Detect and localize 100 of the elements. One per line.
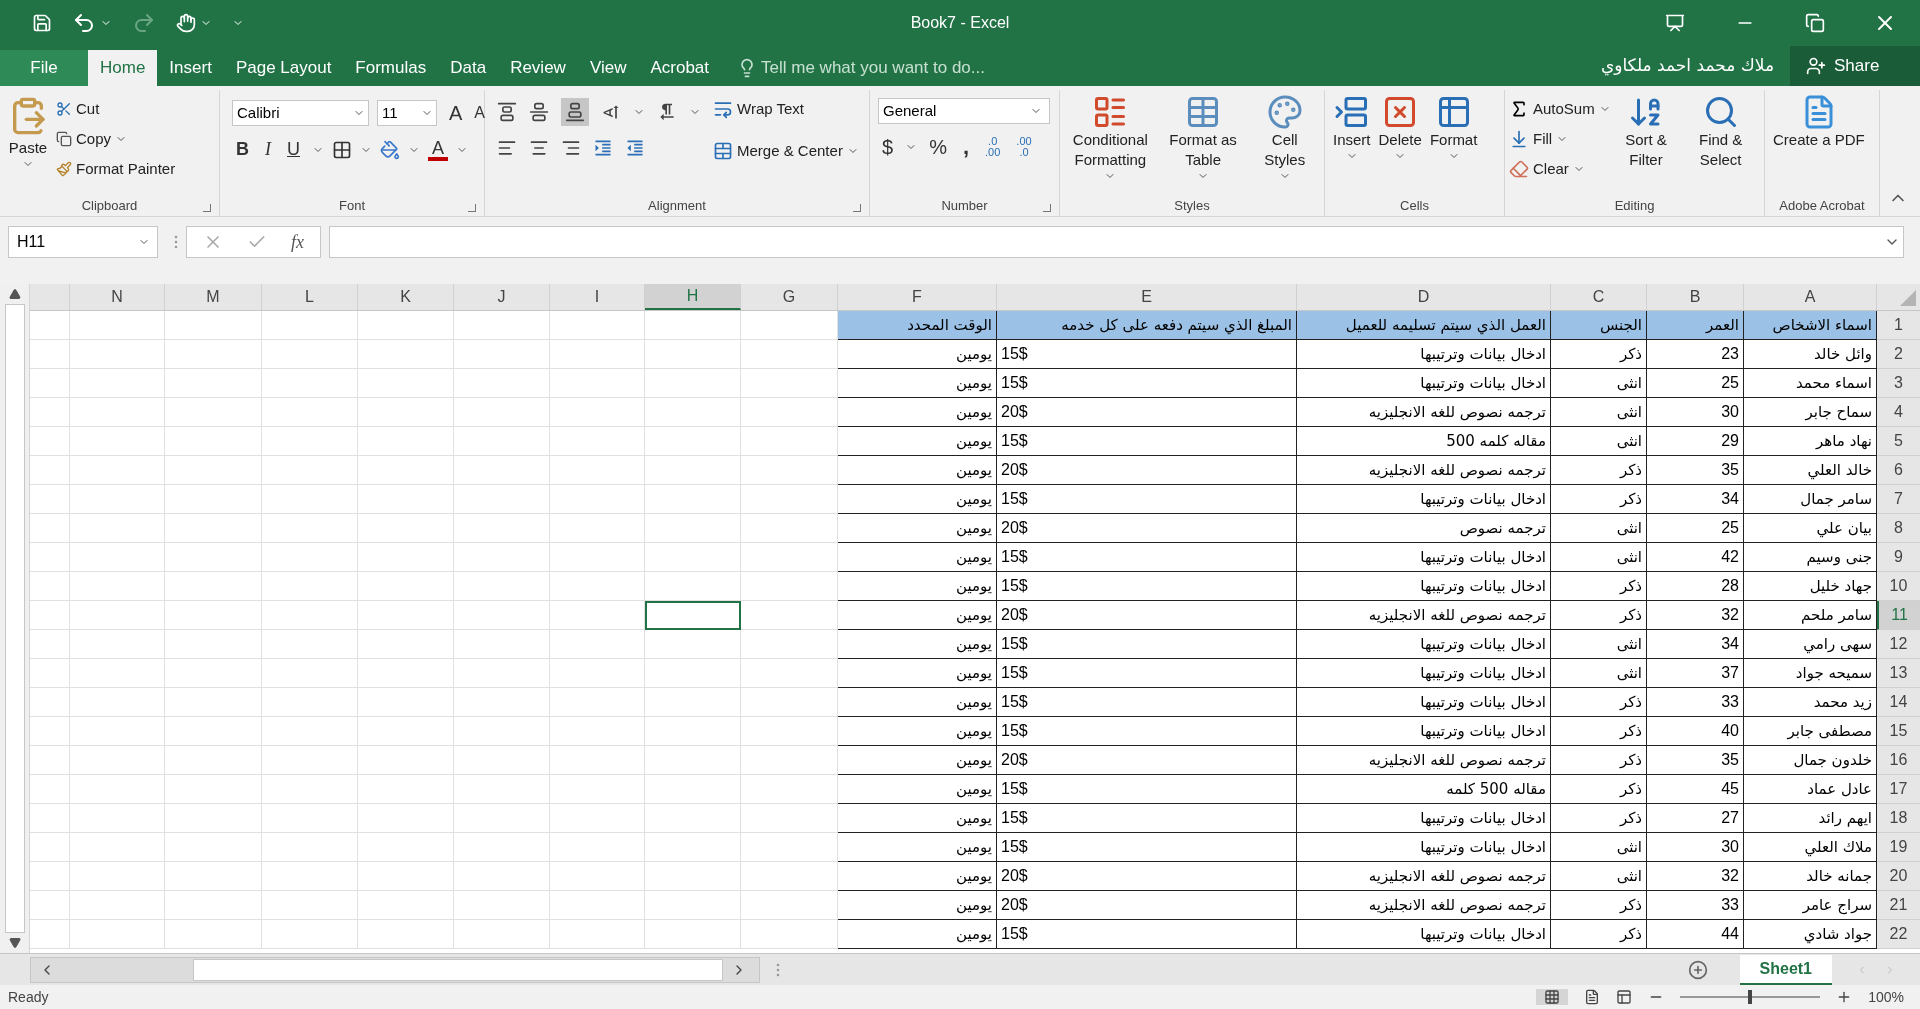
cut-button[interactable]: Cut bbox=[72, 94, 104, 124]
name-box[interactable]: H11 bbox=[8, 226, 158, 258]
new-sheet-icon[interactable] bbox=[1687, 959, 1708, 980]
align-center-icon[interactable] bbox=[529, 138, 549, 158]
ribbon-tab[interactable]: Page Layout bbox=[223, 50, 344, 86]
insert-function-button[interactable]: fx bbox=[291, 228, 304, 256]
sheet-tab[interactable]: Sheet1 bbox=[1739, 954, 1832, 985]
vertical-scrollbar[interactable] bbox=[0, 284, 30, 953]
row-header[interactable]: 19 bbox=[1877, 833, 1920, 862]
row-header[interactable]: 11 bbox=[1877, 601, 1920, 630]
grip-icon[interactable] bbox=[174, 235, 178, 249]
dialog-launcher-icon[interactable] bbox=[468, 204, 476, 212]
scrollbar-thumb[interactable] bbox=[4, 304, 25, 933]
formula-input[interactable] bbox=[329, 226, 1904, 258]
paste-button[interactable]: Paste bbox=[8, 138, 48, 158]
page-layout-view-icon[interactable] bbox=[1584, 989, 1601, 1005]
column-header[interactable]: H bbox=[645, 284, 741, 310]
decrease-indent-icon[interactable] bbox=[625, 138, 645, 158]
copy-icon[interactable] bbox=[56, 131, 72, 147]
row-header[interactable]: 5 bbox=[1877, 427, 1920, 456]
borders-icon[interactable] bbox=[332, 139, 352, 160]
decrease-decimal-button[interactable]: .00 .0 bbox=[1012, 136, 1036, 158]
find-select-button[interactable]: Find & Select bbox=[1685, 130, 1756, 170]
clear-button[interactable]: Clear bbox=[1529, 154, 1573, 184]
ribbon-tab[interactable]: Acrobat bbox=[638, 50, 722, 86]
number-format-dropdown[interactable]: General bbox=[878, 98, 1050, 124]
format-cells-button[interactable]: Format bbox=[1429, 130, 1478, 150]
copy-button[interactable]: Copy bbox=[72, 124, 116, 154]
row-header[interactable]: 12 bbox=[1877, 630, 1920, 659]
top-align-icon[interactable] bbox=[497, 102, 517, 122]
row-header[interactable]: 6 bbox=[1877, 456, 1920, 485]
autosum-button[interactable]: AutoSum bbox=[1529, 94, 1599, 124]
merge-center-button[interactable]: Merge & Center bbox=[733, 136, 847, 166]
delete-cells-button[interactable]: Delete bbox=[1378, 130, 1422, 150]
bold-button[interactable]: B bbox=[232, 136, 253, 163]
column-header[interactable]: C bbox=[1551, 284, 1647, 310]
ribbon-tab[interactable]: Insert bbox=[157, 50, 224, 86]
tell-me-field[interactable]: Tell me what you want to do... bbox=[761, 55, 1042, 81]
merge-center-icon[interactable] bbox=[713, 141, 733, 161]
row-header[interactable]: 4 bbox=[1877, 398, 1920, 427]
scroll-up-icon[interactable] bbox=[8, 288, 21, 300]
row-header[interactable]: 15 bbox=[1877, 717, 1920, 746]
format-as-table-button[interactable]: Format as Table bbox=[1160, 130, 1246, 170]
row-header[interactable]: 2 bbox=[1877, 340, 1920, 369]
ribbon-tab[interactable]: Formulas bbox=[343, 50, 439, 86]
page-break-view-icon[interactable] bbox=[1616, 989, 1633, 1005]
insert-cells-button[interactable]: Insert bbox=[1333, 130, 1371, 150]
row-header[interactable]: 22 bbox=[1877, 920, 1920, 949]
row-header[interactable]: 10 bbox=[1877, 572, 1920, 601]
sort-filter-button[interactable]: Sort & Filter bbox=[1614, 130, 1678, 170]
column-header[interactable]: L bbox=[262, 284, 358, 310]
ribbon-tab[interactable]: Data bbox=[438, 50, 499, 86]
fill-color-icon[interactable] bbox=[380, 139, 400, 160]
scroll-down-icon[interactable] bbox=[8, 937, 21, 949]
row-header[interactable]: 13 bbox=[1877, 659, 1920, 688]
row-header[interactable]: 16 bbox=[1877, 746, 1920, 775]
percent-button[interactable]: % bbox=[925, 132, 951, 162]
align-right-icon[interactable] bbox=[561, 138, 581, 158]
zoom-slider[interactable] bbox=[1680, 990, 1821, 1004]
dialog-launcher-icon[interactable] bbox=[203, 204, 211, 212]
normal-view-icon[interactable] bbox=[1536, 989, 1569, 1005]
wrap-text-button[interactable]: Wrap Text bbox=[733, 94, 808, 124]
format-painter-icon[interactable] bbox=[56, 161, 72, 177]
row-header[interactable]: 3 bbox=[1877, 369, 1920, 398]
column-header[interactable]: J bbox=[454, 284, 550, 310]
ribbon-tab[interactable]: Home bbox=[88, 50, 158, 86]
touch-mode-icon[interactable] bbox=[176, 13, 196, 33]
undo-icon[interactable] bbox=[72, 11, 96, 35]
zoom-level[interactable]: 100% bbox=[1868, 986, 1912, 1008]
fill-icon[interactable] bbox=[1509, 129, 1529, 149]
font-size-dropdown[interactable]: 11 bbox=[377, 100, 437, 126]
column-header[interactable]: E bbox=[997, 284, 1297, 310]
cell-styles-icon[interactable] bbox=[1266, 94, 1303, 130]
row-header[interactable]: 21 bbox=[1877, 891, 1920, 920]
cell-styles-button[interactable]: Cell Styles bbox=[1253, 130, 1316, 170]
cut-icon[interactable] bbox=[56, 101, 72, 117]
font-color-button[interactable]: A bbox=[428, 138, 448, 161]
wrap-text-icon[interactable] bbox=[713, 99, 733, 119]
row-header[interactable]: 9 bbox=[1877, 543, 1920, 572]
column-header[interactable]: N bbox=[70, 284, 165, 310]
row-header[interactable]: 18 bbox=[1877, 804, 1920, 833]
row-header[interactable]: 14 bbox=[1877, 688, 1920, 717]
column-header[interactable]: M bbox=[165, 284, 262, 310]
dialog-launcher-icon[interactable] bbox=[1043, 204, 1051, 212]
row-header[interactable]: 20 bbox=[1877, 862, 1920, 891]
column-header[interactable]: D bbox=[1297, 284, 1551, 310]
comma-style-button[interactable]: , bbox=[958, 137, 974, 157]
shrink-font-button[interactable]: A bbox=[470, 101, 489, 125]
grip-icon[interactable] bbox=[776, 962, 780, 977]
grow-font-button[interactable]: A bbox=[445, 98, 467, 128]
conditional-formatting-button[interactable]: Conditional Formatting bbox=[1068, 130, 1153, 170]
row-header[interactable]: 1 bbox=[1877, 311, 1920, 340]
save-icon[interactable] bbox=[32, 13, 52, 33]
align-left-icon[interactable] bbox=[497, 138, 517, 158]
middle-align-icon[interactable] bbox=[529, 102, 549, 122]
selected-cell[interactable] bbox=[645, 601, 741, 630]
column-header[interactable]: F bbox=[838, 284, 997, 310]
row-header[interactable]: 17 bbox=[1877, 775, 1920, 804]
font-name-dropdown[interactable]: Calibri bbox=[232, 100, 369, 126]
underline-button[interactable]: U bbox=[283, 136, 304, 163]
